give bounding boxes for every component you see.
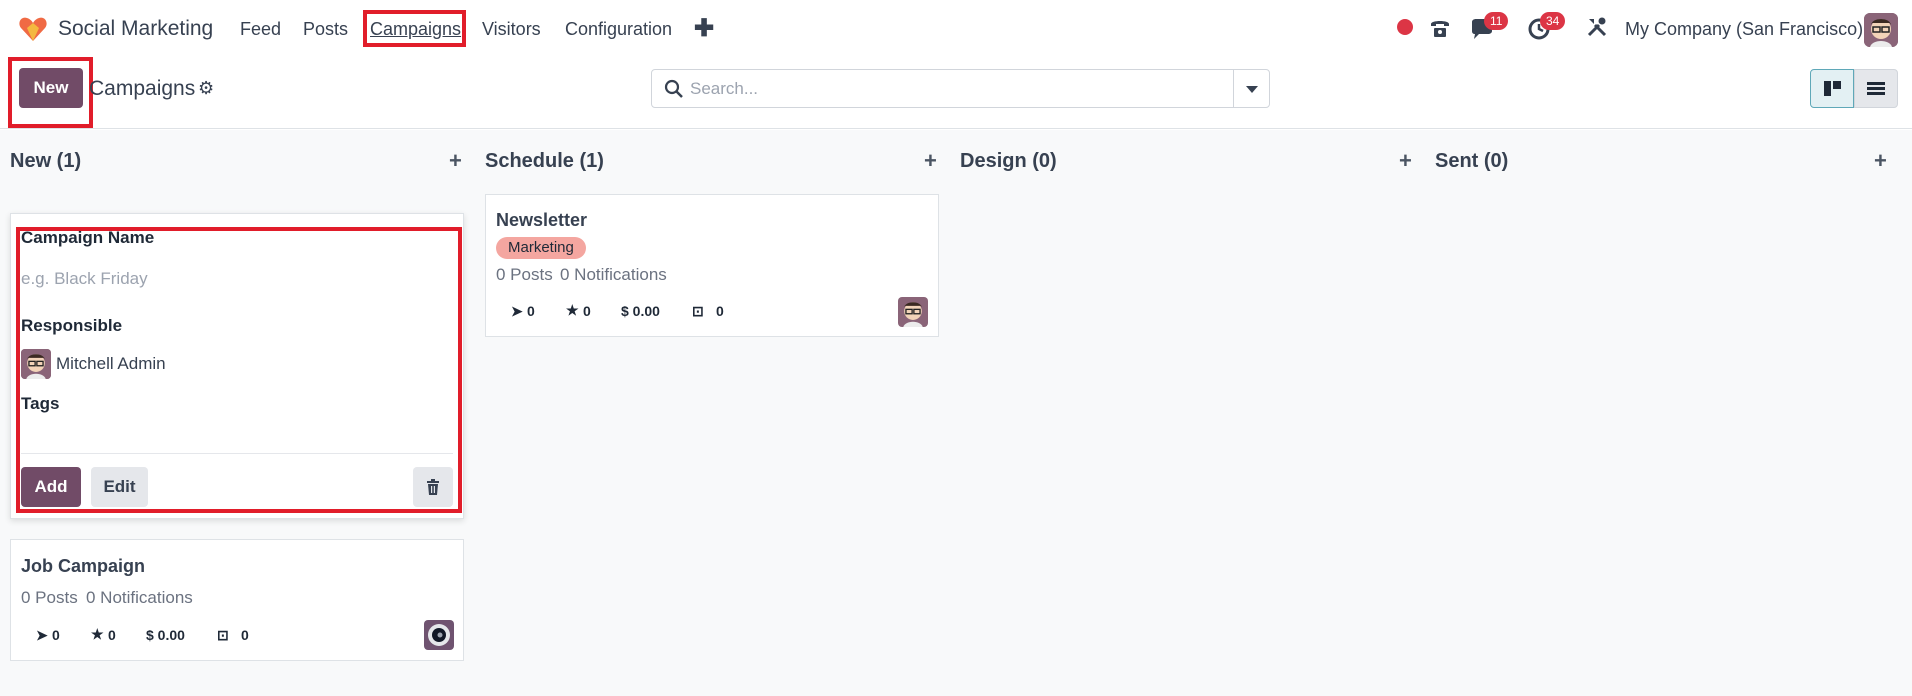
search-icon xyxy=(664,79,683,98)
column-title-design[interactable]: Design (0) xyxy=(960,150,1057,173)
search-options-dropdown-toggle[interactable] xyxy=(1233,70,1269,107)
social-marketing-logo-icon[interactable] xyxy=(18,15,48,43)
app-name[interactable]: Social Marketing xyxy=(58,17,213,41)
revenue-value: $ 0.00 xyxy=(621,303,660,319)
card-notifications-count: 0 Notifications xyxy=(86,588,193,607)
stars-value: 0 xyxy=(108,627,116,643)
clicks-value: 0 xyxy=(527,303,535,319)
quick-create-highlight-box xyxy=(16,227,462,513)
clicks-icon: ➤ xyxy=(36,627,48,643)
column-title-sent[interactable]: Sent (0) xyxy=(1435,150,1508,173)
menu-feed[interactable]: Feed xyxy=(240,19,281,40)
search-input[interactable] xyxy=(690,70,1220,107)
card-camera-avatar[interactable] xyxy=(424,620,454,650)
clicks-value: 0 xyxy=(52,627,60,643)
add-menu-plus-icon[interactable]: ✚ xyxy=(694,14,714,43)
phone-icon[interactable] xyxy=(1428,16,1452,40)
debug-tools-icon[interactable] xyxy=(1586,16,1608,38)
money-icon: ⊡ xyxy=(692,303,704,319)
star-icon: ★ xyxy=(566,302,579,318)
user-avatar[interactable] xyxy=(1864,13,1898,47)
messages-count-badge: 11 xyxy=(1484,12,1509,30)
recording-dot-icon[interactable] xyxy=(1397,19,1413,35)
card-title: Job Campaign xyxy=(21,556,146,576)
activities-count-badge: 34 xyxy=(1540,12,1566,30)
cost-value: 0 xyxy=(241,627,249,643)
cost-value: 0 xyxy=(716,303,724,319)
star-icon: ★ xyxy=(91,626,104,642)
top-navbar: Social Marketing Feed Posts Campaigns Vi… xyxy=(0,0,1912,59)
column-sent-add-icon[interactable]: + xyxy=(1874,148,1887,174)
clicks-icon: ➤ xyxy=(511,303,523,319)
campaigns-highlight-box xyxy=(363,10,466,47)
new-button-highlight-box xyxy=(8,57,93,128)
menu-posts[interactable]: Posts xyxy=(303,19,348,40)
money-icon: ⊡ xyxy=(217,627,229,643)
column-title-schedule[interactable]: Schedule (1) xyxy=(485,150,604,173)
list-view-icon xyxy=(1867,82,1885,95)
list-view-button[interactable] xyxy=(1854,69,1898,108)
gear-icon[interactable]: ⚙ xyxy=(198,78,214,99)
search-bar xyxy=(651,69,1270,108)
company-switcher[interactable]: My Company (San Francisco) xyxy=(1625,19,1863,40)
page-title: Campaigns xyxy=(89,77,196,100)
column-new-add-icon[interactable]: + xyxy=(449,148,462,174)
kanban-view-icon xyxy=(1824,81,1841,96)
card-posts-count: 0 Posts xyxy=(21,588,78,607)
card-notifications-count: 0 Notifications xyxy=(560,265,667,284)
stars-value: 0 xyxy=(583,303,591,319)
revenue-value: $ 0.00 xyxy=(146,627,185,643)
tag-marketing: Marketing xyxy=(496,237,586,259)
kanban-view-button[interactable] xyxy=(1810,69,1854,108)
column-design-add-icon[interactable]: + xyxy=(1399,148,1412,174)
card-title: Newsletter xyxy=(496,210,588,230)
card-posts-count: 0 Posts xyxy=(496,265,553,284)
column-title-new[interactable]: New (1) xyxy=(10,150,81,173)
menu-visitors[interactable]: Visitors xyxy=(482,19,541,40)
card-user-avatar[interactable] xyxy=(898,297,928,327)
menu-configuration[interactable]: Configuration xyxy=(565,19,672,40)
column-schedule-add-icon[interactable]: + xyxy=(924,148,937,174)
